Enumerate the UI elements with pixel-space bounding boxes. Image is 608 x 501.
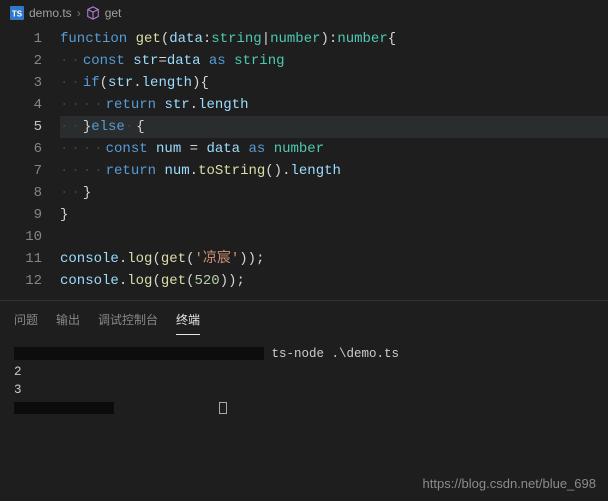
cursor-icon xyxy=(219,402,227,414)
svg-text:TS: TS xyxy=(12,10,23,19)
bottom-panel: 问题 输出 调试控制台 终端 ts-node .\demo.ts 2 3 xyxy=(0,300,608,427)
tab-debug[interactable]: 调试控制台 xyxy=(98,307,158,335)
breadcrumb: TS demo.ts › get xyxy=(0,0,608,26)
panel-tabs: 问题 输出 调试控制台 终端 xyxy=(0,301,608,335)
code-line[interactable]: ··} xyxy=(60,182,608,204)
code-line[interactable]: ····return num.toString().length xyxy=(60,160,608,182)
redacted-path xyxy=(14,402,114,414)
tab-output[interactable]: 输出 xyxy=(56,307,80,335)
line-number: 10 xyxy=(0,226,42,248)
breadcrumb-symbol[interactable]: get xyxy=(105,6,122,20)
breadcrumb-file[interactable]: demo.ts xyxy=(29,6,72,20)
line-number: 12 xyxy=(0,270,42,292)
code-area[interactable]: function get(data:string|number):number{… xyxy=(60,26,608,292)
code-line[interactable]: function get(data:string|number):number{ xyxy=(60,28,608,50)
line-number: 1 xyxy=(0,28,42,50)
watermark-text: https://blog.csdn.net/blue_698 xyxy=(423,476,596,491)
line-number: 2 xyxy=(0,50,42,72)
terminal-output-line: 2 xyxy=(14,363,594,381)
terminal-output-line: 3 xyxy=(14,381,594,399)
line-number: 11 xyxy=(0,248,42,270)
line-number: 4 xyxy=(0,94,42,116)
code-line[interactable]: ··}else·{ xyxy=(60,116,608,138)
line-number: 5 xyxy=(0,116,42,138)
line-number: 7 xyxy=(0,160,42,182)
code-line[interactable] xyxy=(60,226,608,248)
ts-file-icon: TS xyxy=(10,6,24,20)
tab-terminal[interactable]: 终端 xyxy=(176,307,200,335)
code-line[interactable]: ····const num = data as number xyxy=(60,138,608,160)
code-line[interactable]: console.log(get('凉宸')); xyxy=(60,248,608,270)
line-gutter: 123456789101112 xyxy=(0,26,60,292)
code-line[interactable]: console.log(get(520)); xyxy=(60,270,608,292)
terminal-content[interactable]: ts-node .\demo.ts 2 3 xyxy=(0,335,608,427)
line-number: 8 xyxy=(0,182,42,204)
chevron-right-icon: › xyxy=(77,6,81,20)
symbol-cube-icon xyxy=(86,6,100,20)
tab-problems[interactable]: 问题 xyxy=(14,307,38,335)
code-line[interactable]: ··const str=data as string xyxy=(60,50,608,72)
terminal-command: ts-node .\demo.ts xyxy=(272,347,400,361)
line-number: 9 xyxy=(0,204,42,226)
code-line[interactable]: ··if(str.length){ xyxy=(60,72,608,94)
redacted-prompt xyxy=(14,347,264,360)
line-number: 3 xyxy=(0,72,42,94)
line-number: 6 xyxy=(0,138,42,160)
code-line[interactable]: } xyxy=(60,204,608,226)
code-editor[interactable]: 123456789101112 function get(data:string… xyxy=(0,26,608,292)
code-line[interactable]: ····return str.length xyxy=(60,94,608,116)
